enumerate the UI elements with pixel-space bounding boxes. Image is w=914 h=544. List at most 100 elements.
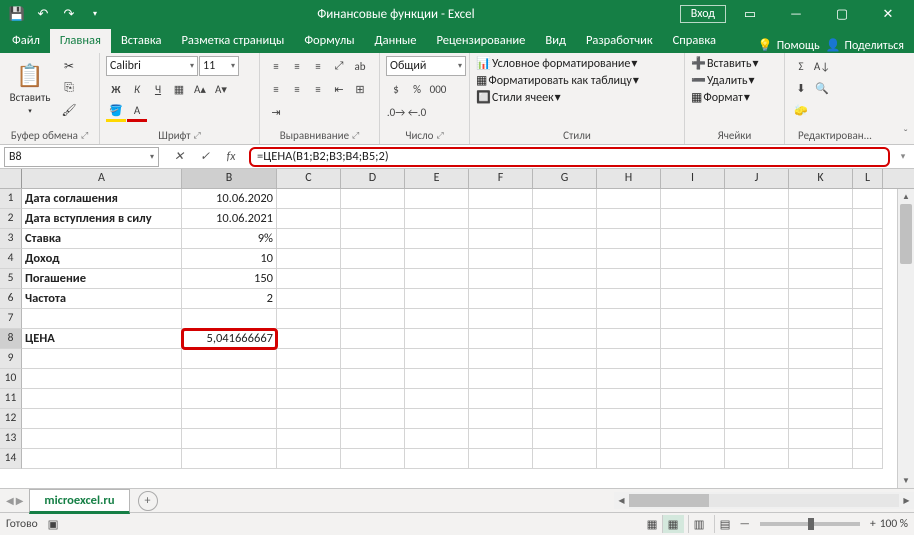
cell-C4[interactable]	[277, 249, 341, 269]
col-header-J[interactable]: J	[725, 169, 789, 188]
cell-D4[interactable]	[341, 249, 405, 269]
cell-D2[interactable]	[341, 209, 405, 229]
cell-J5[interactable]	[725, 269, 789, 289]
cell-B1[interactable]: 10.06.2020	[182, 189, 277, 209]
cell-styles-button[interactable]: 🔲 Стили ячеек ▾	[476, 90, 561, 105]
cell-I9[interactable]	[661, 349, 725, 369]
cell-E2[interactable]	[405, 209, 469, 229]
cell-A3[interactable]: Ставка	[22, 229, 182, 249]
cell-G11[interactable]	[533, 389, 597, 409]
cell-J13[interactable]	[725, 429, 789, 449]
page-layout-view-icon[interactable]: ▥	[688, 515, 710, 533]
cell-K9[interactable]	[789, 349, 853, 369]
minimize-icon[interactable]: —	[774, 1, 818, 27]
scroll-left-icon[interactable]: ◀	[614, 496, 629, 506]
row-header-11[interactable]: 11	[0, 389, 22, 409]
cell-E7[interactable]	[405, 309, 469, 329]
align-right-icon[interactable]: ≡	[308, 79, 328, 99]
signin-button[interactable]: Вход	[680, 5, 726, 23]
cell-K5[interactable]	[789, 269, 853, 289]
col-header-B[interactable]: B	[182, 169, 277, 188]
cell-J10[interactable]	[725, 369, 789, 389]
cell-J7[interactable]	[725, 309, 789, 329]
cell-A9[interactable]	[22, 349, 182, 369]
align-left-icon[interactable]: ≡	[266, 79, 286, 99]
cell-K10[interactable]	[789, 369, 853, 389]
cell-G8[interactable]	[533, 329, 597, 349]
cell-C8[interactable]	[277, 329, 341, 349]
font-launcher-icon[interactable]: ⤢	[194, 130, 201, 141]
cell-E1[interactable]	[405, 189, 469, 209]
cell-B12[interactable]	[182, 409, 277, 429]
tab-file[interactable]: Файл	[2, 29, 50, 53]
cell-I13[interactable]	[661, 429, 725, 449]
clipboard-launcher-icon[interactable]: ⤢	[81, 130, 88, 141]
tab-insert[interactable]: Вставка	[111, 29, 172, 53]
cell-G3[interactable]	[533, 229, 597, 249]
insert-cells-button[interactable]: ➕ Вставить ▾	[691, 56, 759, 71]
col-header-K[interactable]: K	[789, 169, 853, 188]
cell-H13[interactable]	[597, 429, 661, 449]
row-header-8[interactable]: 8	[0, 329, 22, 349]
cell-K11[interactable]	[789, 389, 853, 409]
comma-icon[interactable]: 000	[428, 79, 448, 99]
cell-F2[interactable]	[469, 209, 533, 229]
horizontal-scroll-thumb[interactable]	[629, 494, 709, 507]
redo-icon[interactable]: ↷	[58, 3, 80, 25]
zoom-level[interactable]: 100 %	[880, 517, 908, 531]
cell-L11[interactable]	[853, 389, 883, 409]
cell-G5[interactable]	[533, 269, 597, 289]
delete-cells-button[interactable]: ➖ Удалить ▾	[691, 73, 755, 88]
cell-G14[interactable]	[533, 449, 597, 469]
cell-D11[interactable]	[341, 389, 405, 409]
cell-L5[interactable]	[853, 269, 883, 289]
cancel-formula-icon[interactable]: ✕	[167, 147, 191, 167]
cell-H12[interactable]	[597, 409, 661, 429]
cell-C6[interactable]	[277, 289, 341, 309]
cell-F1[interactable]	[469, 189, 533, 209]
border-icon[interactable]: ▦	[169, 79, 189, 99]
cell-I10[interactable]	[661, 369, 725, 389]
percent-icon[interactable]: %	[407, 79, 427, 99]
cell-J4[interactable]	[725, 249, 789, 269]
cell-I7[interactable]	[661, 309, 725, 329]
page-break-view-icon[interactable]: ▤	[714, 515, 736, 533]
name-box[interactable]: B8▾	[4, 147, 159, 167]
scroll-down-icon[interactable]: ▼	[898, 473, 914, 488]
cell-B9[interactable]	[182, 349, 277, 369]
underline-button[interactable]: Ч	[148, 79, 168, 99]
row-header-6[interactable]: 6	[0, 289, 22, 309]
cell-G10[interactable]	[533, 369, 597, 389]
tab-formulas[interactable]: Формулы	[294, 29, 364, 53]
cell-I12[interactable]	[661, 409, 725, 429]
cell-A2[interactable]: Дата вступления в силу	[22, 209, 182, 229]
cell-B4[interactable]: 10	[182, 249, 277, 269]
cell-A4[interactable]: Доход	[22, 249, 182, 269]
maximize-icon[interactable]: ▢	[820, 1, 864, 27]
cell-G7[interactable]	[533, 309, 597, 329]
copy-icon[interactable]: ⎘	[58, 78, 80, 98]
cell-E11[interactable]	[405, 389, 469, 409]
cell-L7[interactable]	[853, 309, 883, 329]
cell-A5[interactable]: Погашение	[22, 269, 182, 289]
cell-A12[interactable]	[22, 409, 182, 429]
cell-H1[interactable]	[597, 189, 661, 209]
cell-E10[interactable]	[405, 369, 469, 389]
cell-E13[interactable]	[405, 429, 469, 449]
cell-K13[interactable]	[789, 429, 853, 449]
cell-J12[interactable]	[725, 409, 789, 429]
number-format-combo[interactable]: Общий▾	[386, 56, 466, 76]
cell-D7[interactable]	[341, 309, 405, 329]
cell-D1[interactable]	[341, 189, 405, 209]
cell-H8[interactable]	[597, 329, 661, 349]
cell-C2[interactable]	[277, 209, 341, 229]
bold-button[interactable]: Ж	[106, 79, 126, 99]
cell-A14[interactable]	[22, 449, 182, 469]
find-icon[interactable]: 🔍	[812, 78, 832, 98]
cell-F8[interactable]	[469, 329, 533, 349]
zoom-slider[interactable]	[760, 522, 860, 526]
cell-D6[interactable]	[341, 289, 405, 309]
cell-B6[interactable]: 2	[182, 289, 277, 309]
merge-icon[interactable]: ⊞	[350, 79, 370, 99]
cell-B11[interactable]	[182, 389, 277, 409]
